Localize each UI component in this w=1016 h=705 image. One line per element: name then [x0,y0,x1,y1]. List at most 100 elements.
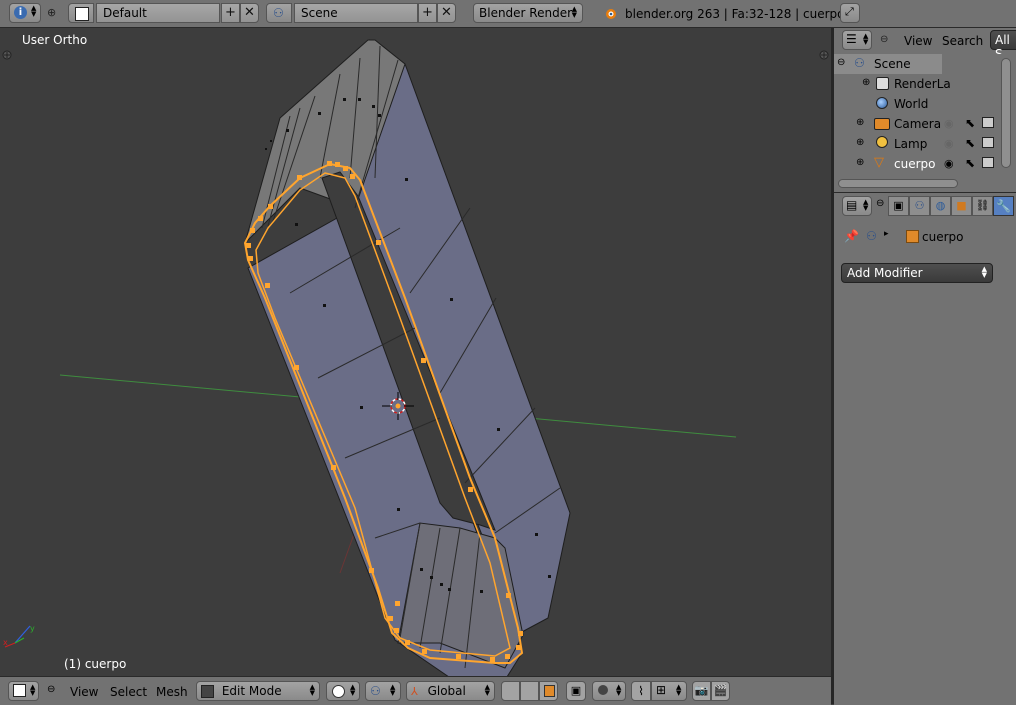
updown-icon: ▲ ▼ [30,683,36,697]
scene-selector-button[interactable]: ⚇ [266,3,292,23]
snap-magnet-icon[interactable]: ⌇ [631,681,651,701]
collapse-menu-icon[interactable]: ⊕ [47,6,56,19]
face-select-icon[interactable] [539,681,558,701]
snap-grid-icon: ⊞ [656,683,667,697]
render-camera-icon[interactable] [982,137,994,148]
menu-select[interactable]: Select [110,685,147,699]
render-camera-icon[interactable] [982,117,994,128]
breadcrumb-object-label: cuerpo [922,230,964,244]
visibility-eye-icon[interactable]: ◉ [944,137,954,150]
expand-icon[interactable]: ⊕ [856,157,864,168]
snap-element-dropdown[interactable]: ⊞ ▲ ▼ [651,681,687,701]
object-cube-icon [906,230,919,243]
proportional-editing-dropdown[interactable]: ▲ ▼ [592,681,626,701]
expand-icon[interactable]: ⊕ [856,137,864,148]
render-camera-icon[interactable] [982,157,994,168]
remove-layout-button[interactable]: ✕ [240,3,259,23]
3d-viewport[interactable]: y x User Ortho (1) cuerpo [0,28,831,676]
screen-layout-button[interactable] [68,3,94,23]
editor-type-3d-button[interactable]: ▲ ▼ [8,681,39,701]
outliner-label: World [894,97,929,111]
blender-logo-icon [603,6,617,20]
collapse-menu-icon[interactable]: ⊖ [880,34,888,45]
add-modifier-label: Add Modifier [847,266,923,280]
render-animation-icon[interactable]: 🎬 [711,681,730,701]
outliner-row-renderlayers[interactable]: ⊕ RenderLa [834,74,1002,94]
svg-text:x: x [3,638,8,647]
pivot-point-dropdown[interactable]: ⚇ ▲ ▼ [365,681,401,701]
select-arrow-icon[interactable]: ⬉ [965,156,975,170]
properties-editor-type-button[interactable]: ▤ ▲ ▼ [842,196,872,216]
properties-panel: ▤ ▲ ▼ ⊖ ▣ ⚇ ◍ ■ ⛓ 🔧 📌 ⚇ ▸ cuerpo Add Modi… [834,192,1016,705]
pivot-icon: ⚇ [370,684,381,698]
collapse-icon[interactable]: ⊖ [837,57,845,68]
info-stats-text: blender.org 263 | Fa:32-128 | cuerpo [625,7,845,21]
menu-view[interactable]: View [70,685,98,699]
vertex-select-icon[interactable] [501,681,520,701]
add-layout-button[interactable]: + [221,3,240,23]
fullscreen-toggle-button[interactable]: ⤢ [840,3,860,23]
outliner-vertical-scrollbar[interactable] [1001,58,1011,168]
outliner-display-filter[interactable]: All S [990,30,1016,61]
outliner-row-cuerpo[interactable]: ⊕ ▽ cuerpo ◉ ⬉ [834,154,1002,174]
updown-icon: ▲ ▼ [863,32,869,46]
view-mode-label: User Ortho [22,33,88,47]
render-engine-label: Blender Render [479,6,573,20]
outliner-row-world[interactable]: World [834,94,1002,114]
limit-selection-icon[interactable]: ▣ [566,681,586,701]
mode-dropdown[interactable]: Edit Mode ▲ ▼ [196,681,320,701]
render-engine-dropdown[interactable]: Blender Render ▲ ▼ [473,3,583,23]
outliner-menu-view[interactable]: View [904,34,932,48]
editor-type-info-button[interactable]: i ▲ ▼ [9,3,41,23]
viewport-shading-dropdown[interactable]: ▲ ▼ [326,681,360,701]
outliner-row-camera[interactable]: ⊕ Camera ◉ ⬉ [834,114,1002,134]
edge-select-icon[interactable] [520,681,539,701]
render-still-icon[interactable]: 📷 [692,681,711,701]
outliner-editor-type-button[interactable]: ☰ ▲ ▼ [842,30,872,50]
visibility-eye-icon[interactable]: ◉ [944,157,954,170]
expand-icon[interactable]: ⊕ [856,117,864,128]
select-arrow-icon[interactable]: ⬉ [965,116,975,130]
select-mode-group [501,681,561,701]
render-tab-icon[interactable]: ▣ [888,196,909,216]
camera-icon [874,118,890,130]
updown-icon: ▲ ▼ [863,198,869,212]
layout-grid-icon [75,7,89,21]
scene-tab-icon[interactable]: ⚇ [909,196,930,216]
screen-layout-field[interactable]: Default [96,3,220,23]
fullscreen-icon: ⤢ [845,5,854,18]
updown-icon: ▲ ▼ [309,683,315,697]
outliner-panel: ☰ ▲▼ ⊖ View Search All S ⊖ ⚇ Scene ⊕ Ren… [834,28,1016,192]
menu-mesh[interactable]: Mesh [156,685,188,699]
outliner-label: Lamp [894,137,928,151]
world-icon [876,97,888,109]
select-arrow-icon[interactable]: ⬉ [965,136,975,150]
transform-orientation-dropdown[interactable]: ⅄ Global ▲ ▼ [406,681,495,701]
add-scene-button[interactable]: + [418,3,437,23]
expand-icon[interactable]: ⊕ [862,77,870,88]
visibility-eye-icon[interactable]: ◉ [944,117,954,130]
add-modifier-dropdown[interactable]: Add Modifier ▲ ▼ [841,263,993,283]
object-tab-icon[interactable]: ■ [951,196,972,216]
svg-text:y: y [30,624,35,633]
collapse-menu-icon[interactable]: ⊖ [47,684,55,695]
outliner-row-lamp[interactable]: ⊕ Lamp ◉ ⬉ [834,134,1002,154]
outliner-header: ☰ ▲▼ ⊖ View Search All S [834,28,1016,61]
outliner-row-scene[interactable]: ⊖ ⚇ Scene [834,54,942,74]
remove-scene-button[interactable]: ✕ [437,3,456,23]
updown-icon: ▲ ▼ [484,683,490,697]
scene-name-field[interactable]: Scene [294,3,418,23]
outliner-horizontal-scrollbar[interactable] [838,179,958,188]
lamp-icon [876,136,888,148]
modifiers-wrench-tab-icon[interactable]: 🔧 [993,196,1014,216]
proportional-icon [598,685,608,695]
viewport-canvas[interactable]: y x [0,28,831,676]
world-tab-icon[interactable]: ◍ [930,196,951,216]
context-tabs: ▣ ⚇ ◍ ■ ⛓ 🔧 [888,196,1016,216]
collapse-menu-icon[interactable]: ⊖ [876,198,884,209]
outliner-menu-search[interactable]: Search [942,34,983,48]
constraints-tab-icon[interactable]: ⛓ [972,196,993,216]
breadcrumb-arrow-icon: ▸ [884,229,889,239]
properties-breadcrumb: 📌 ⚇ ▸ cuerpo [844,229,1014,247]
pin-icon[interactable]: 📌 [844,229,859,243]
